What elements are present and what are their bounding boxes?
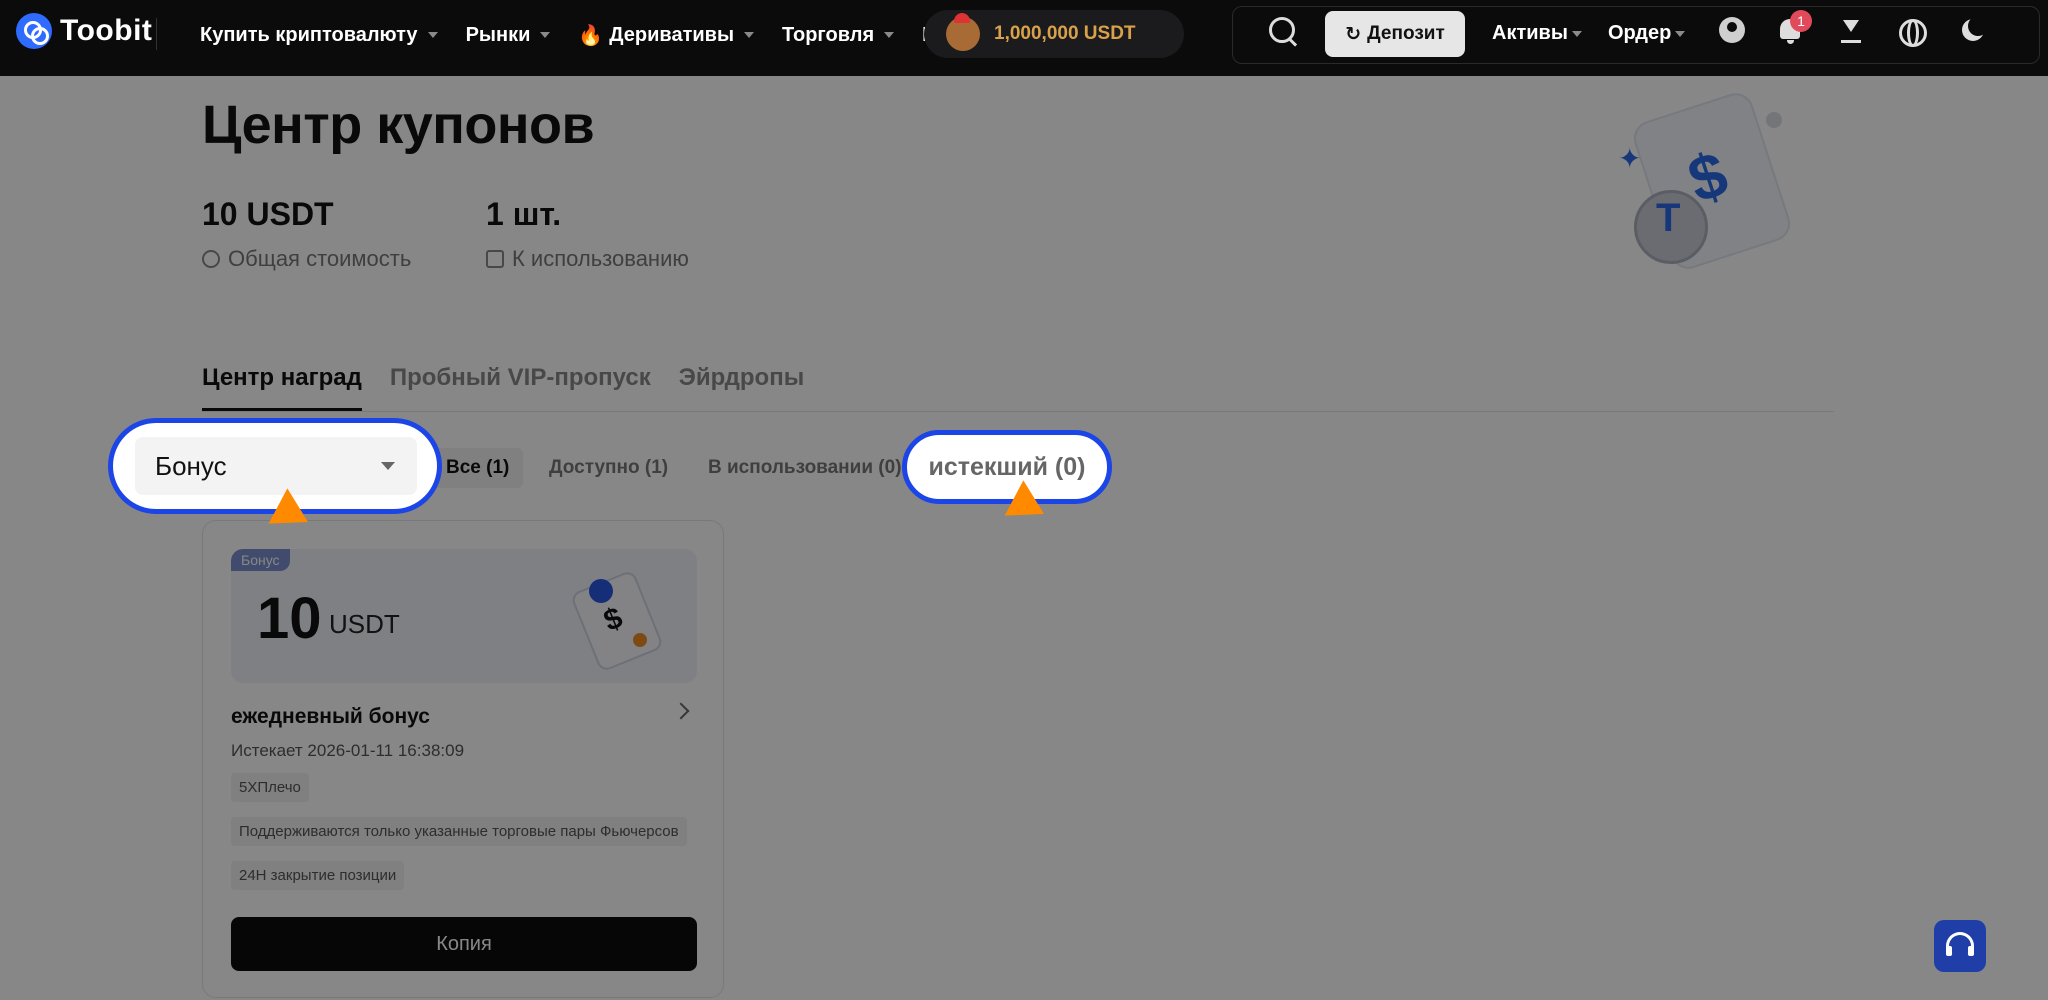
nav-buy-crypto[interactable]: Купить криптовалюту: [200, 24, 438, 47]
refresh-icon: ↻: [1345, 23, 1362, 45]
moon-icon[interactable]: [1956, 14, 1990, 48]
nav-buy-crypto-label: Купить криптовалюту: [200, 23, 418, 46]
deposit-label: Депозит: [1367, 23, 1445, 44]
notification-badge: 1: [1790, 10, 1812, 32]
nav-divider: [156, 18, 157, 50]
chevron-down-icon: [381, 462, 395, 470]
coupon-type-select[interactable]: Бонус: [108, 418, 442, 514]
coupon-type-select-field[interactable]: Бонус: [135, 437, 417, 495]
orders-label: Ордер: [1608, 22, 1672, 44]
search-icon[interactable]: [1266, 14, 1300, 48]
nav-markets-label: Рынки: [465, 23, 531, 46]
nav-trade-label: Торговля: [782, 23, 875, 46]
promo-banner[interactable]: 1,000,000 USDT: [924, 10, 1184, 58]
chevron-down-icon: [540, 32, 551, 38]
tutorial-overlay: [0, 76, 2048, 1000]
toobit-logo[interactable]: Toobit: [16, 13, 152, 49]
globe-icon[interactable]: [1894, 14, 1928, 48]
filter-expired-label: истекший (0): [928, 452, 1086, 481]
deposit-button[interactable]: ↻ Депозит: [1325, 11, 1465, 57]
chevron-down-icon: [884, 32, 895, 38]
promo-text: 1,000,000 USDT: [994, 23, 1136, 44]
nav-trade[interactable]: Торговля: [782, 23, 895, 47]
assets-menu[interactable]: Активы: [1492, 22, 1582, 45]
logo-text: Toobit: [60, 14, 153, 47]
chevron-down-icon: [1571, 30, 1582, 37]
download-icon[interactable]: [1834, 14, 1868, 48]
coupon-type-select-value: Бонус: [155, 450, 227, 481]
user-avatar-icon[interactable]: [1716, 14, 1750, 48]
main-nav: Купить криптовалюту Рынки 🔥 Деривативы То…: [200, 0, 948, 70]
top-navigation-bar: Toobit Купить криптовалюту Рынки 🔥 Дерива…: [0, 0, 2048, 76]
promo-mascot-icon: [946, 13, 980, 51]
filter-expired[interactable]: истекший (0): [902, 430, 1112, 504]
nav-derivatives[interactable]: 🔥 Деривативы: [578, 23, 755, 48]
toobit-logo-icon: [16, 13, 52, 49]
assets-label: Активы: [1492, 22, 1568, 44]
chevron-down-icon: [1675, 30, 1686, 37]
flame-icon: 🔥: [578, 24, 604, 47]
chevron-down-icon: [427, 32, 438, 38]
headset-support-icon[interactable]: [1934, 920, 1986, 972]
nav-derivatives-label: Деривативы: [609, 23, 735, 46]
chevron-down-icon: [744, 32, 755, 38]
nav-markets[interactable]: Рынки: [466, 24, 551, 47]
orders-menu[interactable]: Ордер: [1608, 22, 1686, 45]
